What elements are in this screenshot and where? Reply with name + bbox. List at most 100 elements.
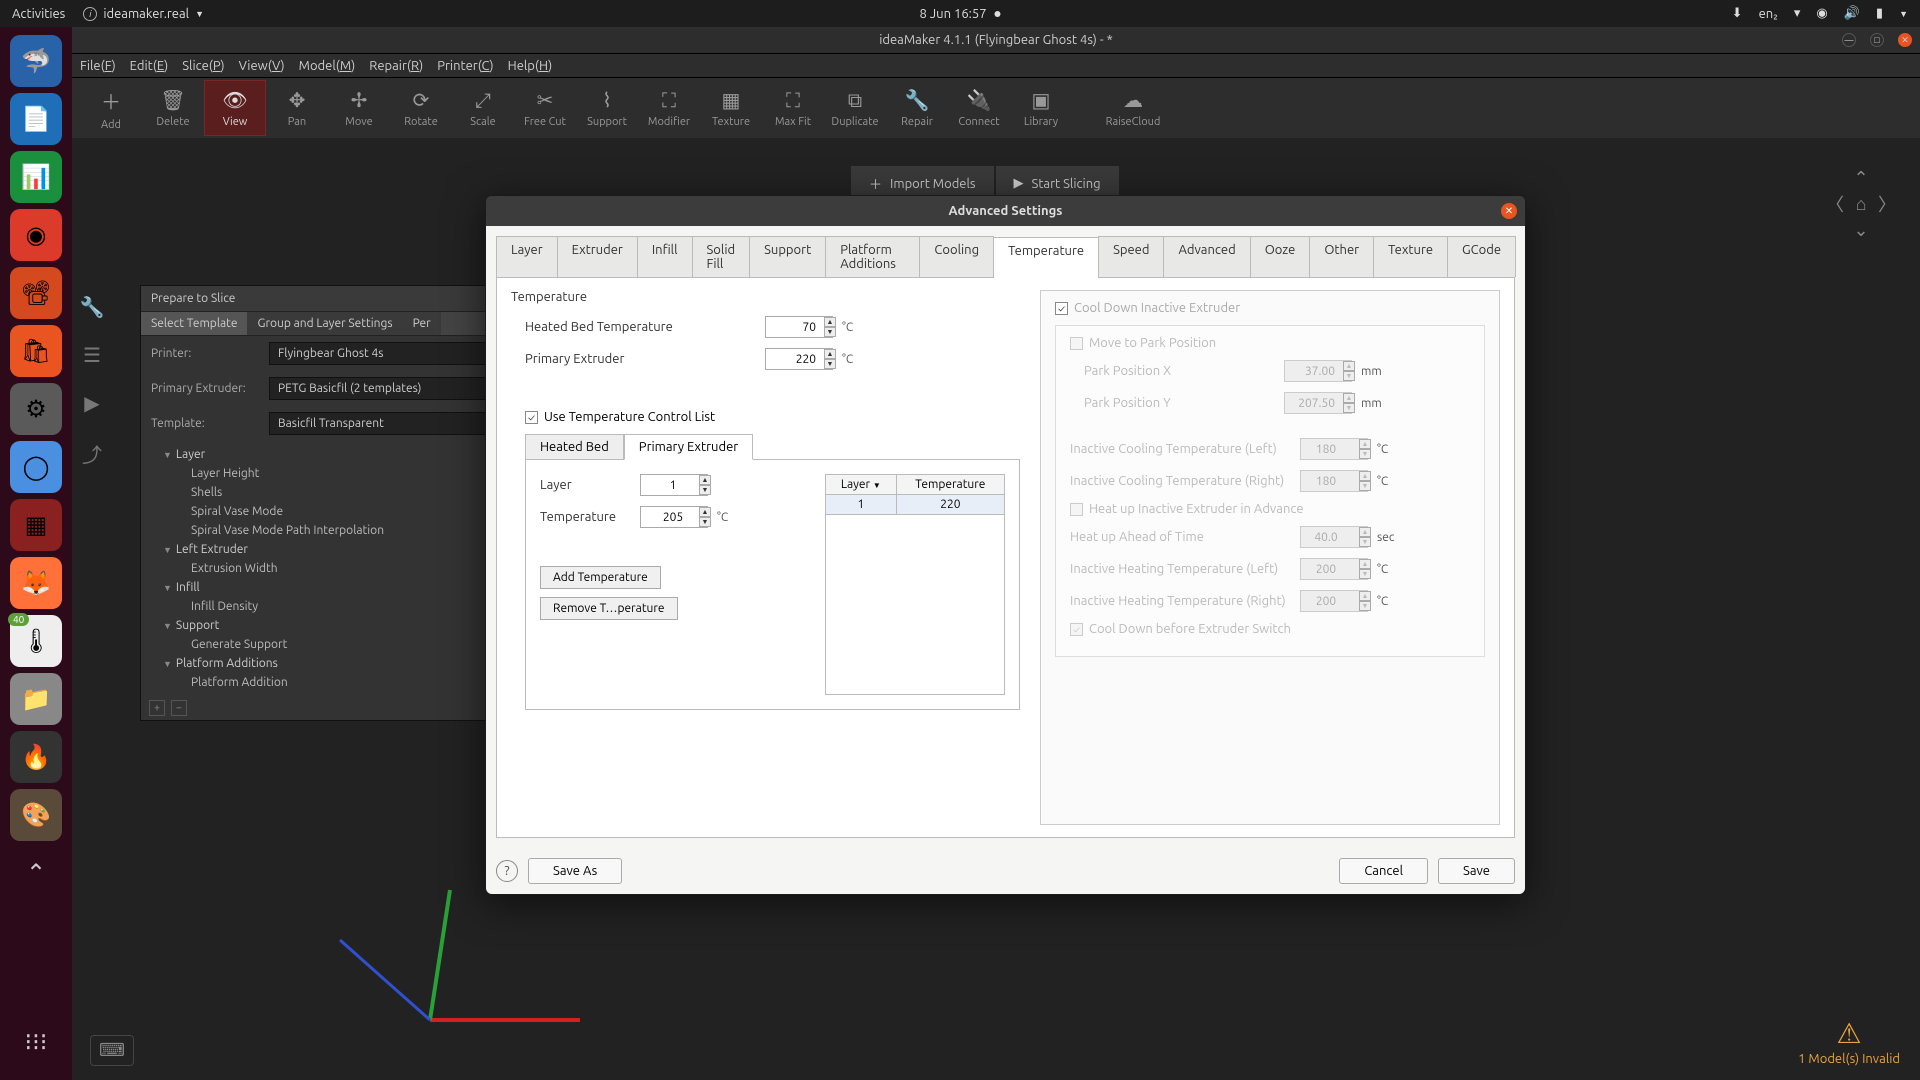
- tab-texture[interactable]: Texture: [1373, 236, 1448, 277]
- dock-more[interactable]: ⌃: [10, 847, 62, 899]
- primary-ext-input[interactable]: [765, 348, 833, 370]
- menu-repair[interactable]: Repair(R): [369, 59, 423, 73]
- tool-rotate[interactable]: ⟳Rotate: [390, 80, 452, 136]
- menu-view[interactable]: View(V): [239, 59, 285, 73]
- dock-firefox[interactable]: 🦊: [10, 557, 62, 609]
- tool-maxfit[interactable]: ⛶Max Fit: [762, 80, 824, 136]
- tree-layer[interactable]: ▼Layer: [141, 445, 509, 464]
- use-temp-list-checkbox[interactable]: ✓: [525, 411, 538, 424]
- spin-down-icon[interactable]: ▼: [699, 485, 711, 495]
- spin-up-icon[interactable]: ▲: [699, 475, 711, 485]
- spin-up-icon[interactable]: ▲: [824, 317, 836, 327]
- app-menu[interactable]: i ideamaker.real ▼: [83, 7, 204, 21]
- remove-temperature-button[interactable]: Remove T…perature: [540, 597, 678, 620]
- tool-connect[interactable]: 🔌Connect: [948, 80, 1010, 136]
- tree-gen-support[interactable]: Generate Support: [141, 635, 509, 654]
- tool-texture[interactable]: ▦Texture: [700, 80, 762, 136]
- save-button[interactable]: Save: [1438, 858, 1515, 884]
- spin-up-icon[interactable]: ▲: [699, 507, 711, 517]
- volume-icon[interactable]: 🔊: [1844, 6, 1860, 21]
- dock-gimp[interactable]: 🎨: [10, 789, 62, 841]
- table-header-temp[interactable]: Temperature: [896, 475, 1004, 495]
- tree-remove-button[interactable]: −: [171, 700, 187, 716]
- spin-up-icon[interactable]: ▲: [824, 349, 836, 359]
- chevron-down-icon[interactable]: ▼: [1899, 9, 1908, 19]
- list-icon[interactable]: ☰: [83, 343, 101, 367]
- dock-app4[interactable]: 🔥: [10, 731, 62, 783]
- nav-right[interactable]: 〉: [1874, 191, 1900, 217]
- clock[interactable]: 8 Jun 16:57: [919, 7, 1000, 21]
- menu-edit[interactable]: Edit(E): [130, 59, 169, 73]
- nav-left[interactable]: 〈: [1822, 191, 1848, 217]
- menu-printer[interactable]: Printer(C): [437, 59, 493, 73]
- dock-writer[interactable]: 📄: [10, 93, 62, 145]
- dock-apps-grid[interactable]: ⁝⁝⁝: [10, 1016, 62, 1068]
- tree-support[interactable]: ▼Support: [141, 616, 509, 635]
- extruder-select[interactable]: PETG Basicfil (2 templates): [269, 377, 499, 400]
- tool-freecut[interactable]: ✂Free Cut: [514, 80, 576, 136]
- tab-support[interactable]: Support: [749, 236, 826, 277]
- tool-raisecloud[interactable]: ☁RaiseCloud: [1102, 80, 1164, 136]
- close-button[interactable]: ✕: [1898, 33, 1912, 47]
- dock-impress[interactable]: 📽: [10, 267, 62, 319]
- dock-settings[interactable]: ⚙: [10, 383, 62, 435]
- tree-left-extruder[interactable]: ▼Left Extruder: [141, 540, 509, 559]
- tab-extruder[interactable]: Extruder: [557, 236, 638, 277]
- tool-add[interactable]: ＋Add: [80, 80, 142, 136]
- template-select[interactable]: Basicfil Transparent: [269, 412, 499, 435]
- tool-delete[interactable]: 🗑Delete: [142, 80, 204, 136]
- dock-software[interactable]: 🛍: [10, 325, 62, 377]
- tab-advanced[interactable]: Advanced: [1163, 236, 1250, 277]
- warning-indicator[interactable]: ⚠ 1 Model(s) Invalid: [1798, 1017, 1900, 1066]
- tree-extrusion-width[interactable]: Extrusion Width: [141, 559, 509, 578]
- table-header-layer[interactable]: Layer ▼: [826, 475, 897, 495]
- prepare-tab-group[interactable]: Group and Layer Settings: [247, 312, 402, 335]
- menu-file[interactable]: File(F): [80, 59, 116, 73]
- dock-wireshark[interactable]: 🦈: [10, 35, 62, 87]
- status-icon[interactable]: ⬇: [1732, 6, 1743, 21]
- tool-support[interactable]: ⌇Support: [576, 80, 638, 136]
- tool-pan[interactable]: ✥Pan: [266, 80, 328, 136]
- dock-app-red[interactable]: ◉: [10, 209, 62, 261]
- help-button[interactable]: ?: [496, 860, 518, 882]
- tab-layer[interactable]: Layer: [496, 236, 558, 277]
- cool-down-checkbox[interactable]: ✓: [1055, 302, 1068, 315]
- bed-temp-input[interactable]: [765, 316, 833, 338]
- spin-down-icon[interactable]: ▼: [824, 359, 836, 369]
- tree-add-button[interactable]: +: [149, 700, 165, 716]
- tree-platform[interactable]: ▼Platform Additions: [141, 654, 509, 673]
- tool-move[interactable]: ✢Move: [328, 80, 390, 136]
- tool-duplicate[interactable]: ⧉Duplicate: [824, 80, 886, 136]
- tree-shells[interactable]: Shells: [141, 483, 509, 502]
- tab-other[interactable]: Other: [1309, 236, 1374, 277]
- network-icon[interactable]: ▾: [1794, 6, 1801, 21]
- prepare-tab-per[interactable]: Per: [403, 312, 441, 335]
- tab-speed[interactable]: Speed: [1098, 236, 1164, 277]
- tool-library[interactable]: ▣Library: [1010, 80, 1072, 136]
- spin-down-icon[interactable]: ▼: [824, 327, 836, 337]
- tool-repair[interactable]: 🔧Repair: [886, 80, 948, 136]
- tab-cooling[interactable]: Cooling: [919, 236, 994, 277]
- tree-infill-density[interactable]: Infill Density: [141, 597, 509, 616]
- wrench-icon[interactable]: 🔧: [80, 295, 105, 319]
- nav-home[interactable]: ⌂: [1848, 191, 1874, 217]
- inner-tab-heated-bed[interactable]: Heated Bed: [525, 434, 624, 460]
- menu-help[interactable]: Help(H): [508, 59, 553, 73]
- wifi-icon[interactable]: ◉: [1816, 6, 1827, 21]
- tab-solidfill[interactable]: Solid Fill: [692, 236, 751, 277]
- battery-icon[interactable]: ▮: [1876, 6, 1883, 21]
- table-row[interactable]: 1220: [826, 495, 1005, 515]
- cancel-button[interactable]: Cancel: [1339, 858, 1428, 884]
- tree-spiral-interp[interactable]: Spiral Vase Mode Path Interpolation: [141, 521, 509, 540]
- prepare-tab-template[interactable]: Select Template: [141, 312, 247, 335]
- tree-platform-add[interactable]: Platform Addition: [141, 673, 509, 692]
- language-indicator[interactable]: en₂: [1759, 7, 1778, 21]
- temp-input[interactable]: [640, 506, 708, 528]
- dock-app2[interactable]: ▦: [10, 499, 62, 551]
- menu-model[interactable]: Model(M): [299, 59, 356, 73]
- table-empty-area[interactable]: [825, 515, 1005, 695]
- tree-spiral[interactable]: Spiral Vase Mode: [141, 502, 509, 521]
- inner-tab-primary-ext[interactable]: Primary Extruder: [624, 434, 753, 460]
- add-temperature-button[interactable]: Add Temperature: [540, 566, 661, 589]
- nav-up[interactable]: ⌃: [1848, 165, 1874, 191]
